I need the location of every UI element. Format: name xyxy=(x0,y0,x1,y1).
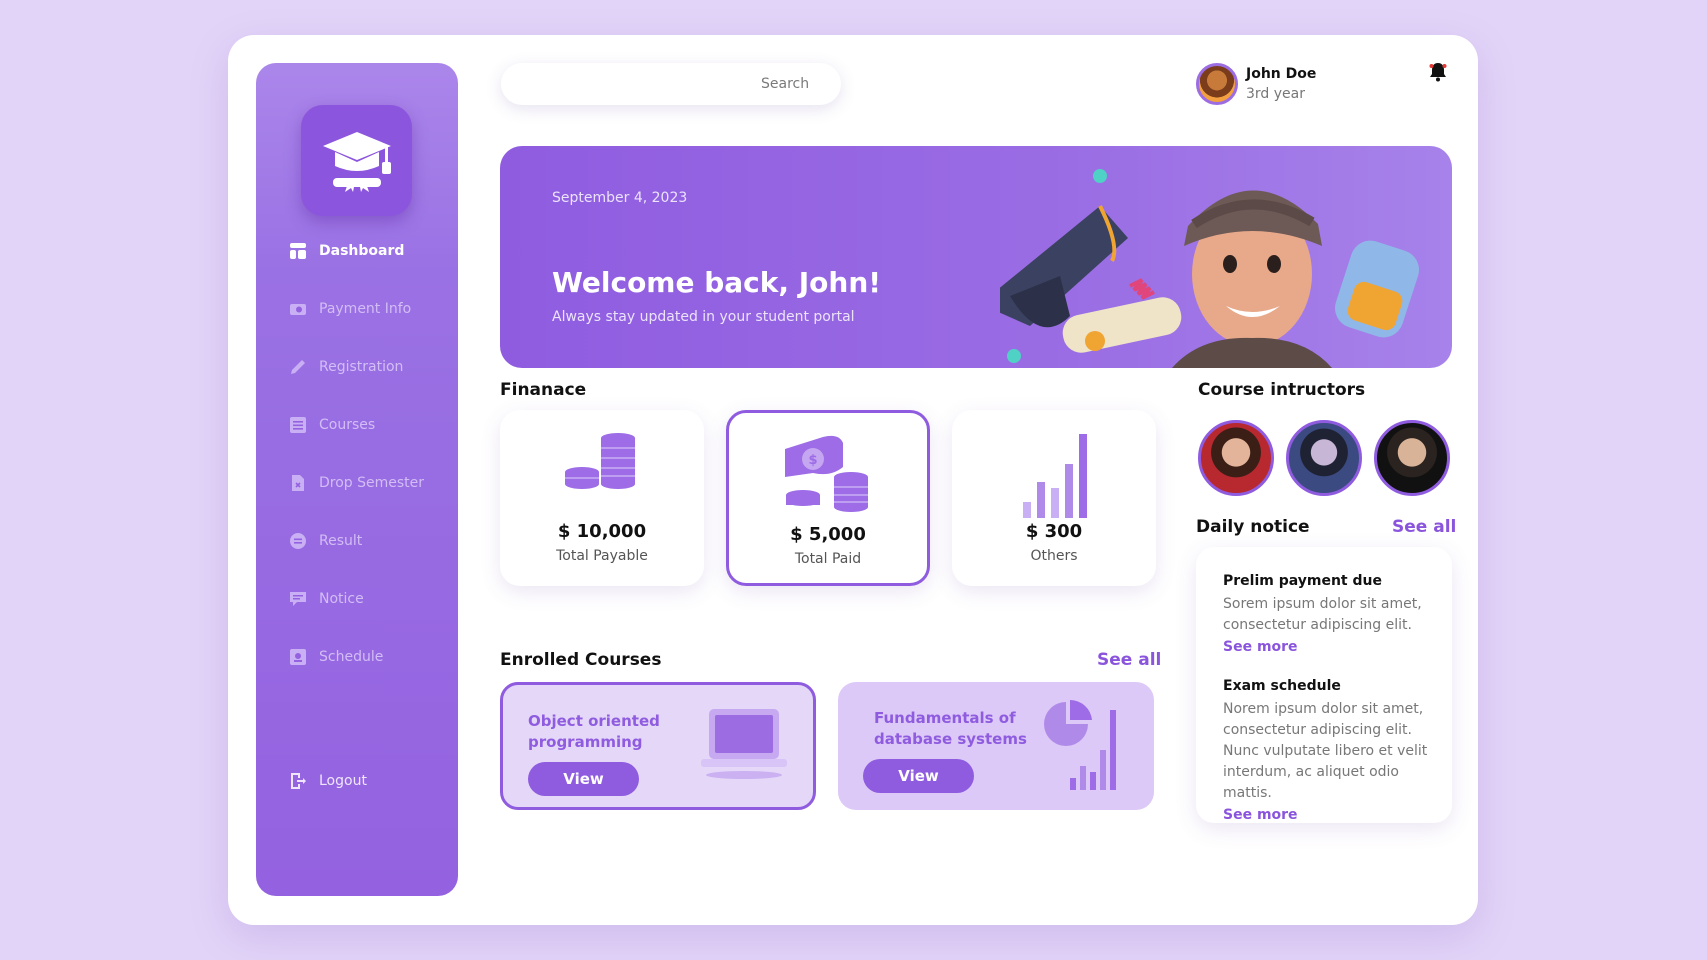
see-more-link[interactable]: See more xyxy=(1223,639,1433,655)
banner-date: September 4, 2023 xyxy=(552,190,688,206)
sidebar-item-notice[interactable]: Notice xyxy=(289,585,449,613)
sidebar-item-label: Registration xyxy=(319,359,404,375)
notice-heading: Daily notice xyxy=(1196,517,1310,537)
svg-text:$: $ xyxy=(808,453,817,468)
finance-amount: $ 5,000 xyxy=(790,524,866,545)
finance-heading: Finanace xyxy=(500,380,587,400)
profile-name: John Doe xyxy=(1246,66,1317,82)
student-illustration xyxy=(1000,169,1419,368)
instructor-avatar-2[interactable] xyxy=(1286,420,1362,496)
instructors-heading: Course intructors xyxy=(1198,380,1366,400)
finance-label: Others xyxy=(1030,548,1078,564)
app-window: Dashboard Payment Info Registration Cour… xyxy=(228,35,1478,925)
laptop-icon xyxy=(701,709,787,779)
notice-card: Prelim payment due Sorem ipsum dolor sit… xyxy=(1196,547,1452,823)
sidebar-item-label: Drop Semester xyxy=(319,475,425,491)
graduation-logo-icon xyxy=(322,131,391,192)
see-more-link[interactable]: See more xyxy=(1223,807,1433,823)
finance-card-total-payable[interactable]: $ 10,000 Total Payable xyxy=(500,410,704,586)
course-title: Object oriented programming xyxy=(528,712,660,751)
logout-button[interactable]: Logout xyxy=(289,767,449,795)
finance-art xyxy=(952,430,1156,520)
sidebar-item-result[interactable]: Result xyxy=(289,527,449,555)
coins-icon xyxy=(565,433,635,489)
app-logo xyxy=(301,105,412,216)
sidebar-item-drop-semester[interactable]: Drop Semester xyxy=(289,469,449,497)
course-title: Fundamentals of database systems xyxy=(874,709,1027,748)
profile-year: 3rd year xyxy=(1246,86,1305,102)
view-course-button[interactable]: View xyxy=(528,762,639,796)
sidebar-item-label: Schedule xyxy=(319,649,384,665)
sidebar-item-label: Payment Info xyxy=(319,301,412,317)
courses-see-all-link[interactable]: See all xyxy=(1097,650,1161,670)
instructor-avatar-1[interactable] xyxy=(1198,420,1274,496)
sidebar-item-label: Courses xyxy=(319,417,376,433)
sidebar-item-label: Result xyxy=(319,533,363,549)
sidebar-item-label: Notice xyxy=(319,591,364,607)
bell-icon xyxy=(1429,63,1447,82)
payment-icon xyxy=(290,304,306,315)
finance-art xyxy=(500,430,704,490)
sidebar-item-payment-info[interactable]: Payment Info xyxy=(289,295,449,323)
finance-art: $ xyxy=(729,433,927,515)
profile-text: John Doe 3rd year xyxy=(1246,66,1316,102)
schedule-icon xyxy=(290,649,306,665)
result-icon xyxy=(290,533,306,549)
notification-bell[interactable] xyxy=(1428,62,1448,86)
course-card[interactable]: Object oriented programming View xyxy=(500,682,816,810)
notice-body: Norem ipsum dolor sit amet, consectetur … xyxy=(1223,701,1428,801)
notice-item: Prelim payment due Sorem ipsum dolor sit… xyxy=(1223,573,1433,655)
notices-see-all-link[interactable]: See all xyxy=(1392,517,1456,537)
finance-card-others[interactable]: $ 300 Others xyxy=(952,410,1156,586)
finance-card-total-paid[interactable]: $ $ 5,000 Total Paid xyxy=(726,410,930,586)
notice-body: Sorem ipsum dolor sit amet, consectetur … xyxy=(1223,596,1422,633)
bar-growth-icon xyxy=(1023,434,1087,518)
avatar xyxy=(1196,63,1238,105)
sidebar-item-registration[interactable]: Registration xyxy=(289,353,449,381)
finance-label: Total Paid xyxy=(794,551,862,567)
money-coins-icon: $ xyxy=(785,435,868,512)
instructor-avatar-3[interactable] xyxy=(1374,420,1450,496)
notice-title: Prelim payment due xyxy=(1223,573,1382,589)
banner-subtitle: Always stay updated in your student port… xyxy=(552,309,855,325)
view-course-button[interactable]: View xyxy=(863,759,974,793)
sidebar-item-schedule[interactable]: Schedule xyxy=(289,643,449,671)
courses-heading: Enrolled Courses xyxy=(500,650,662,670)
sidebar-item-courses[interactable]: Courses xyxy=(289,411,449,439)
notice-item: Exam schedule Norem ipsum dolor sit amet… xyxy=(1223,678,1433,823)
search-input[interactable] xyxy=(501,63,841,105)
logout-label: Logout xyxy=(319,773,367,789)
courses-icon xyxy=(290,417,306,433)
finance-amount: $ 10,000 xyxy=(557,521,647,542)
logout-icon xyxy=(291,773,306,789)
notice-icon xyxy=(290,592,306,606)
drop-file-icon xyxy=(292,475,304,491)
dashboard-icon xyxy=(290,243,306,259)
finance-amount: $ 300 xyxy=(1025,521,1083,542)
notice-title: Exam schedule xyxy=(1223,678,1341,694)
banner-title: Welcome back, John! xyxy=(552,266,882,299)
user-profile[interactable]: John Doe 3rd year xyxy=(1196,63,1316,105)
pie-chart-icon xyxy=(1044,699,1116,790)
sidebar: Dashboard Payment Info Registration Cour… xyxy=(256,63,458,896)
welcome-banner: September 4, 2023 Welcome back, John! Al… xyxy=(500,146,1452,368)
pencil-icon xyxy=(291,360,305,374)
sidebar-item-dashboard[interactable]: Dashboard xyxy=(289,237,449,265)
finance-label: Total Payable xyxy=(556,548,648,564)
sidebar-item-label: Dashboard xyxy=(319,243,405,259)
course-card[interactable]: Fundamentals of database systems View xyxy=(838,682,1154,810)
